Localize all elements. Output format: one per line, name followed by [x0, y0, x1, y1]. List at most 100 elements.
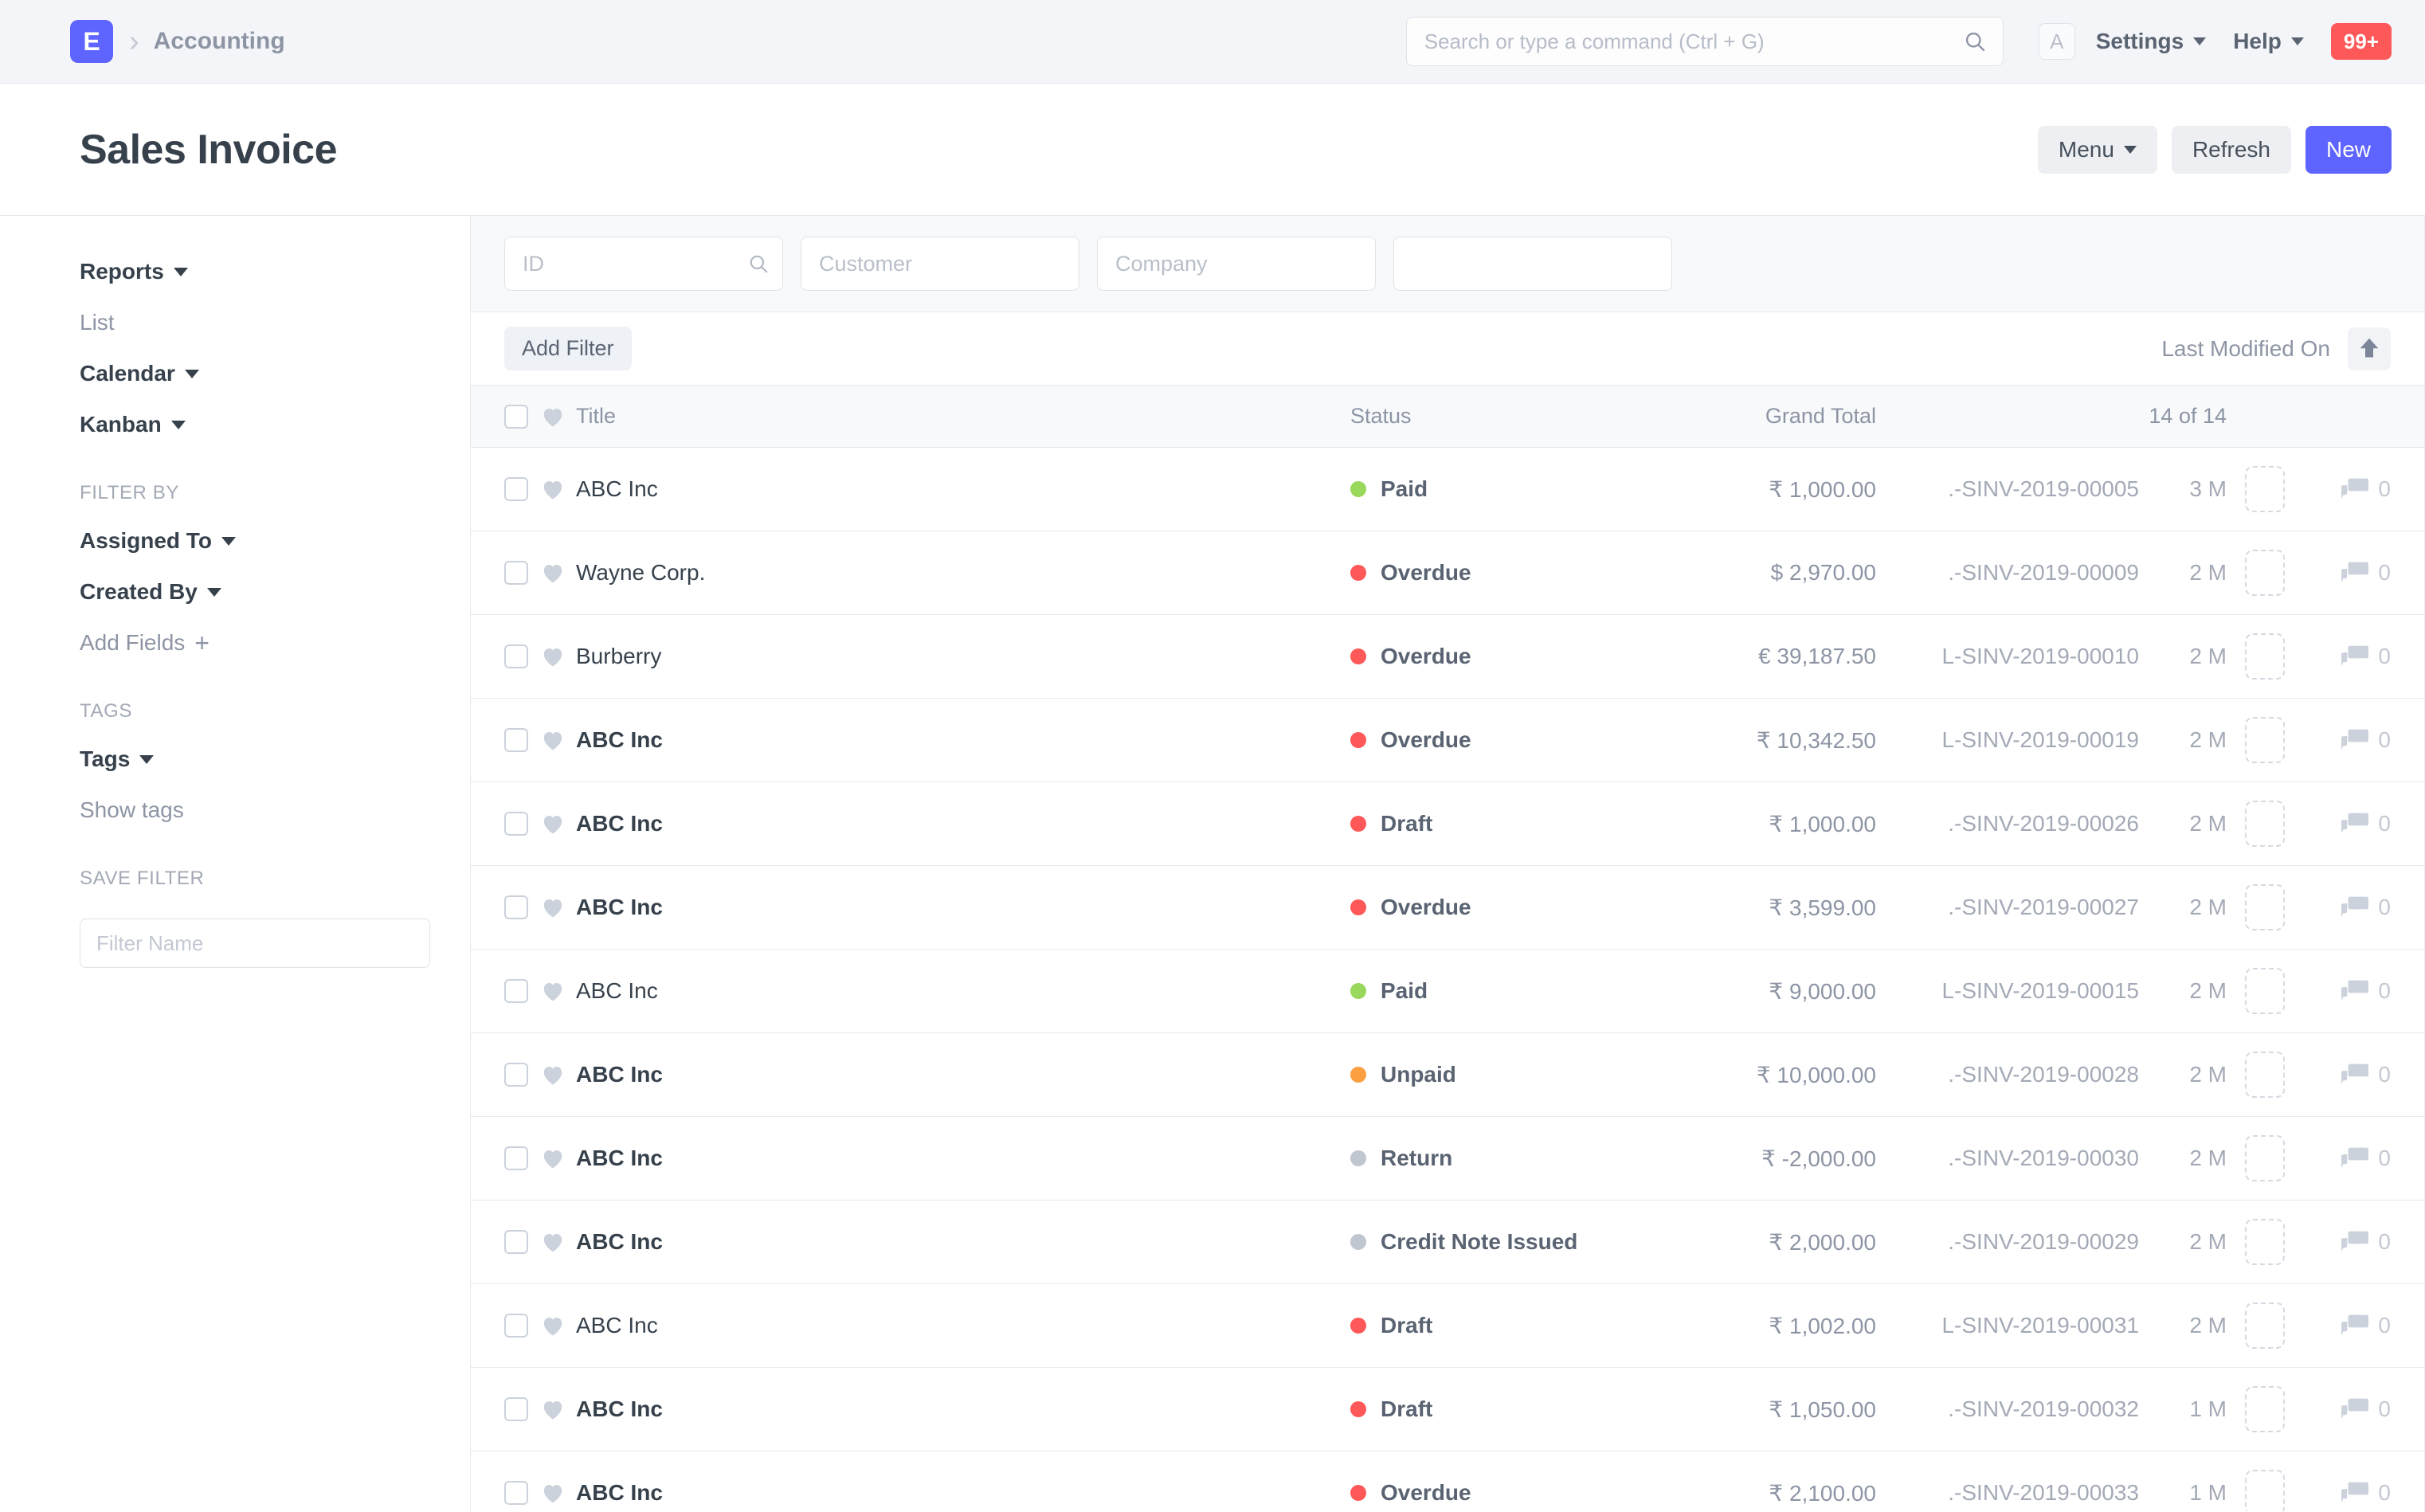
assign-cell[interactable]	[2227, 1135, 2303, 1181]
sidebar-item-add-fields[interactable]: Add Fields +	[80, 630, 430, 656]
row-title-link[interactable]: ABC Inc	[576, 727, 663, 752]
row-title-link[interactable]: ABC Inc	[576, 895, 663, 919]
sidebar-item-reports[interactable]: Reports	[80, 259, 430, 284]
assign-placeholder-icon[interactable]	[2245, 633, 2285, 680]
row-like-button[interactable]	[541, 645, 576, 668]
assign-cell[interactable]	[2227, 968, 2303, 1014]
new-button[interactable]: New	[2305, 125, 2392, 174]
row-title-link[interactable]: ABC Inc	[576, 476, 658, 501]
row-like-button[interactable]	[541, 478, 576, 500]
invoice-id[interactable]: .-SINV-2019-00032	[1948, 1396, 2139, 1421]
invoice-id[interactable]: .-SINV-2019-00029	[1948, 1229, 2139, 1254]
assign-placeholder-icon[interactable]	[2245, 1302, 2285, 1349]
invoice-id[interactable]: .-SINV-2019-00027	[1948, 895, 2139, 919]
app-logo[interactable]: E	[70, 20, 113, 63]
sidebar-item-list[interactable]: List	[80, 310, 430, 335]
help-menu[interactable]: Help	[2233, 29, 2304, 54]
assign-placeholder-icon[interactable]	[2245, 1219, 2285, 1265]
row-like-button[interactable]	[541, 1314, 576, 1337]
table-row[interactable]: ABC Inc Draft ₹ 1,000.00 .-SINV-2019-00026 2…	[471, 782, 2424, 866]
row-title-link[interactable]: ABC Inc	[576, 1396, 663, 1421]
assign-placeholder-icon[interactable]	[2245, 884, 2285, 930]
row-title-link[interactable]: ABC Inc	[576, 811, 663, 836]
assign-cell[interactable]	[2227, 1219, 2303, 1265]
row-like-button[interactable]	[541, 813, 576, 835]
sidebar-item-created-by[interactable]: Created By	[80, 579, 430, 605]
row-like-button[interactable]	[541, 896, 576, 919]
table-row[interactable]: ABC Inc Overdue ₹ 2,100.00 .-SINV-2019-0003…	[471, 1451, 2424, 1511]
sort-selector[interactable]: Last Modified On	[2161, 336, 2330, 362]
row-checkbox[interactable]	[504, 1481, 528, 1505]
breadcrumb-accounting[interactable]: Accounting	[154, 28, 285, 55]
comments-cell[interactable]: 0	[2303, 644, 2391, 669]
row-checkbox[interactable]	[504, 1063, 528, 1087]
comments-cell[interactable]: 0	[2303, 1146, 2391, 1171]
assign-cell[interactable]	[2227, 884, 2303, 930]
sort-direction-button[interactable]	[2348, 327, 2391, 370]
notification-badge[interactable]: 99+	[2330, 23, 2392, 60]
add-filter-button[interactable]: Add Filter	[504, 327, 632, 370]
row-checkbox[interactable]	[504, 1146, 528, 1170]
assign-placeholder-icon[interactable]	[2245, 717, 2285, 763]
assign-cell[interactable]	[2227, 1386, 2303, 1432]
row-title-link[interactable]: ABC Inc	[576, 978, 658, 1003]
comments-cell[interactable]: 0	[2303, 560, 2391, 586]
invoice-id[interactable]: .-SINV-2019-00026	[1948, 811, 2139, 836]
comments-cell[interactable]: 0	[2303, 476, 2391, 502]
assign-placeholder-icon[interactable]	[2245, 1052, 2285, 1098]
assign-placeholder-icon[interactable]	[2245, 550, 2285, 596]
comments-cell[interactable]: 0	[2303, 727, 2391, 753]
table-row[interactable]: ABC Inc Credit Note Issued ₹ 2,000.00 .-SIN…	[471, 1201, 2424, 1284]
assign-placeholder-icon[interactable]	[2245, 1470, 2285, 1511]
row-checkbox[interactable]	[504, 979, 528, 1003]
table-row[interactable]: Burberry Overdue € 39,187.50 L-SINV-2019-00…	[471, 615, 2424, 699]
comments-cell[interactable]: 0	[2303, 811, 2391, 836]
row-checkbox[interactable]	[504, 477, 528, 501]
column-header-grand-total[interactable]: Grand Total	[1669, 404, 1876, 429]
invoice-id[interactable]: .-SINV-2019-00005	[1948, 476, 2139, 501]
row-like-button[interactable]	[541, 1482, 576, 1504]
company-filter-input[interactable]	[1097, 237, 1376, 291]
row-like-button[interactable]	[541, 1231, 576, 1253]
settings-menu[interactable]: Settings	[2096, 29, 2207, 54]
search-input[interactable]	[1405, 17, 2004, 66]
assign-placeholder-icon[interactable]	[2245, 1386, 2285, 1432]
row-checkbox[interactable]	[504, 1397, 528, 1421]
row-checkbox[interactable]	[504, 728, 528, 752]
row-checkbox[interactable]	[504, 895, 528, 919]
refresh-button[interactable]: Refresh	[2171, 125, 2291, 174]
sidebar-item-calendar[interactable]: Calendar	[80, 361, 430, 386]
invoice-id[interactable]: L-SINV-2019-00010	[1941, 644, 2139, 668]
sidebar-item-show-tags[interactable]: Show tags	[80, 797, 430, 823]
row-title-link[interactable]: ABC Inc	[576, 1229, 663, 1254]
invoice-id[interactable]: L-SINV-2019-00031	[1941, 1313, 2139, 1338]
assign-placeholder-icon[interactable]	[2245, 801, 2285, 847]
table-row[interactable]: ABC Inc Overdue ₹ 3,599.00 .-SINV-2019-0002…	[471, 866, 2424, 950]
row-checkbox[interactable]	[504, 561, 528, 585]
table-row[interactable]: ABC Inc Draft ₹ 1,002.00 L-SINV-2019-00031 2…	[471, 1284, 2424, 1368]
row-title-link[interactable]: ABC Inc	[576, 1062, 663, 1087]
row-title-link[interactable]: ABC Inc	[576, 1480, 663, 1505]
extra-filter-input[interactable]	[1393, 237, 1672, 291]
table-row[interactable]: ABC Inc Overdue ₹ 10,342.50 L-SINV-2019-000…	[471, 699, 2424, 782]
row-like-button[interactable]	[541, 562, 576, 584]
assign-placeholder-icon[interactable]	[2245, 466, 2285, 512]
table-row[interactable]: ABC Inc Return ₹ -2,000.00 .-SINV-2019-0003…	[471, 1117, 2424, 1201]
select-all-checkbox[interactable]	[504, 404, 528, 429]
id-filter-input[interactable]	[504, 237, 783, 291]
sidebar-item-kanban[interactable]: Kanban	[80, 412, 430, 437]
column-header-status[interactable]: Status	[1350, 404, 1669, 429]
row-like-button[interactable]	[541, 729, 576, 751]
row-like-button[interactable]	[541, 1398, 576, 1420]
sidebar-item-assigned-to[interactable]: Assigned To	[80, 528, 430, 554]
assign-cell[interactable]	[2227, 466, 2303, 512]
assign-cell[interactable]	[2227, 550, 2303, 596]
invoice-id[interactable]: .-SINV-2019-00009	[1948, 560, 2139, 585]
row-checkbox[interactable]	[504, 812, 528, 836]
table-row[interactable]: ABC Inc Draft ₹ 1,050.00 .-SINV-2019-00032 1…	[471, 1368, 2424, 1451]
invoice-id[interactable]: .-SINV-2019-00028	[1948, 1062, 2139, 1087]
table-row[interactable]: ABC Inc Paid ₹ 1,000.00 .-SINV-2019-00005 3 …	[471, 448, 2424, 531]
table-row[interactable]: ABC Inc Paid ₹ 9,000.00 L-SINV-2019-00015 2 …	[471, 950, 2424, 1033]
invoice-id[interactable]: L-SINV-2019-00015	[1941, 978, 2139, 1003]
assign-cell[interactable]	[2227, 633, 2303, 680]
